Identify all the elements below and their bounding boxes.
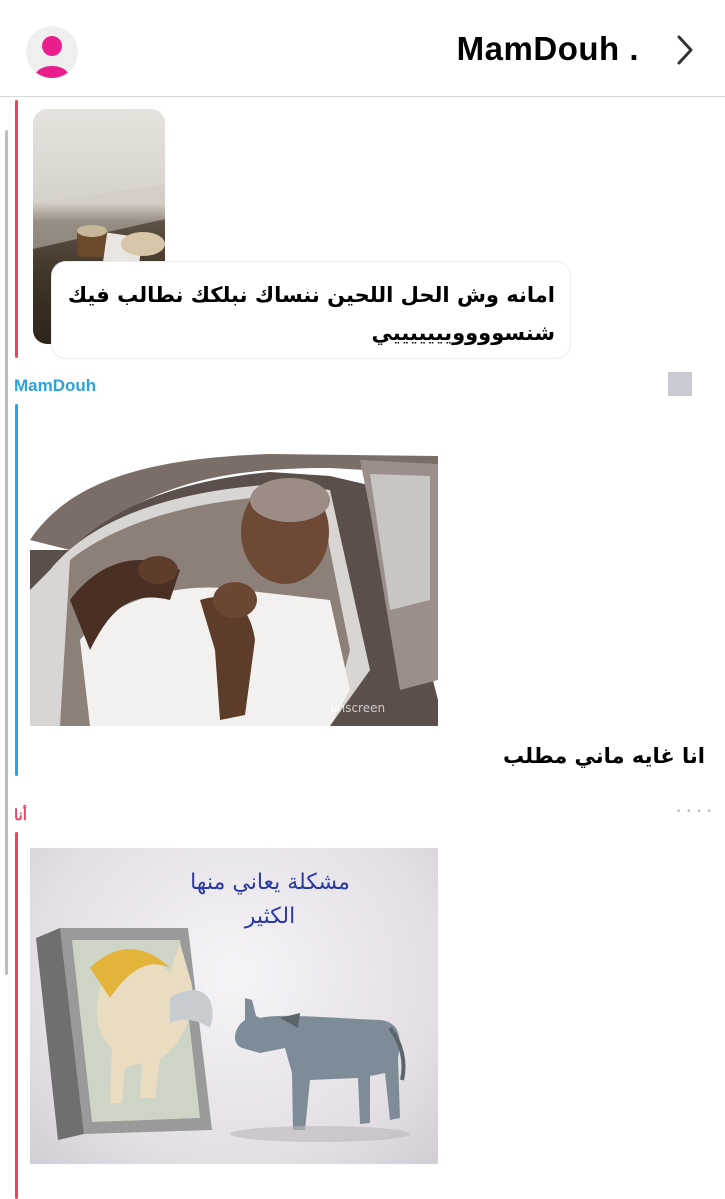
saved-indicator-icon bbox=[668, 372, 692, 396]
friend-sender-name: MamDouh bbox=[14, 376, 97, 395]
svg-text:unscreen: unscreen bbox=[330, 701, 385, 715]
car-gif[interactable]: unscreen bbox=[30, 450, 438, 726]
avatar[interactable] bbox=[26, 26, 78, 78]
my-message-bar-2 bbox=[15, 832, 18, 1199]
user-avatar-icon bbox=[34, 36, 70, 78]
meme-caption-line2: الكثير bbox=[244, 904, 296, 929]
scrollbar[interactable] bbox=[5, 130, 8, 975]
friend-message-text: انا غايه ماني مطلب bbox=[502, 744, 705, 768]
meme-image[interactable]: مشكلة يعاني منها الكثير bbox=[30, 848, 438, 1164]
chat-title[interactable]: MamDouh . bbox=[457, 30, 639, 68]
my-message-bar bbox=[15, 100, 18, 358]
chevron-right-icon[interactable] bbox=[675, 34, 695, 70]
quoted-text-line1: امانه وش الحل اللحين ننساك نبلكك نطالب ف… bbox=[67, 283, 555, 307]
chat-header: MamDouh . bbox=[0, 0, 725, 97]
meme-caption-line1: مشكلة يعاني منها bbox=[190, 870, 350, 895]
meme-caption: مشكلة يعاني منها الكثير bbox=[160, 866, 380, 934]
more-dots-icon: • • • • bbox=[676, 807, 713, 817]
quoted-text-line2: شنسوووويييييييي bbox=[371, 321, 555, 345]
friend-message-bar bbox=[15, 404, 18, 776]
my-sender-name: أنا bbox=[14, 807, 27, 824]
quoted-message-text: امانه وش الحل اللحين ننساك نبلكك نطالب ف… bbox=[55, 276, 555, 352]
